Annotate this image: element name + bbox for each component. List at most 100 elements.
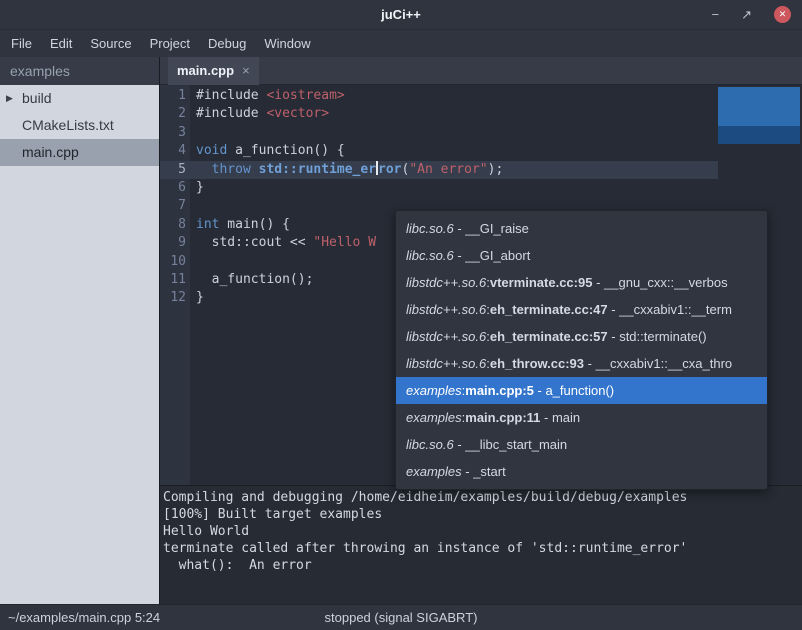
code-text: #include <iostream> — [190, 87, 345, 105]
frame-library: examples — [406, 410, 462, 425]
frame-function: __GI_abort — [465, 248, 530, 263]
sidebar-item-cmakelists-txt[interactable]: CMakeLists.txt — [0, 112, 159, 139]
menu-edit[interactable]: Edit — [41, 30, 81, 57]
frame-location: eh_throw.cc:93 — [490, 356, 584, 371]
stack-frame-item[interactable]: examples:main.cpp:5 - a_function() — [396, 377, 767, 404]
code-text — [190, 124, 196, 142]
frame-function: _start — [473, 464, 506, 479]
frame-library: libc.so.6 — [406, 248, 454, 263]
line-number: 11 — [160, 271, 190, 289]
status-file-position: ~/examples/main.cpp 5:24 — [8, 610, 160, 625]
stack-frame-item[interactable]: libstdc++.so.6:vterminate.cc:95 - __gnu_… — [396, 269, 767, 296]
line-number: 4 — [160, 142, 190, 160]
code-line-1[interactable]: 1#include <iostream> — [160, 87, 802, 105]
stack-frame-item[interactable]: libc.so.6 - __libc_start_main — [396, 431, 767, 458]
frame-function: std::terminate() — [619, 329, 706, 344]
code-text: #include <vector> — [190, 105, 329, 123]
stack-trace-popup: libc.so.6 - __GI_raiselibc.so.6 - __GI_a… — [395, 210, 768, 490]
minimize-button[interactable]: − — [712, 8, 720, 21]
code-line-6[interactable]: 6} — [160, 179, 802, 197]
frame-library: libstdc++.so.6 — [406, 275, 486, 290]
stack-frame-item[interactable]: libstdc++.so.6:eh_terminate.cc:47 - __cx… — [396, 296, 767, 323]
code-text — [190, 253, 196, 271]
code-line-5[interactable]: 5 throw std::runtime_error("An error"); — [160, 161, 718, 179]
tab-bar: main.cpp × — [160, 57, 802, 85]
stack-frame-item[interactable]: libstdc++.so.6:eh_throw.cc:93 - __cxxabi… — [396, 350, 767, 377]
menubar: FileEditSourceProjectDebugWindow — [0, 30, 802, 57]
maximize-button[interactable]: ↗ — [741, 8, 752, 21]
code-line-2[interactable]: 2#include <vector> — [160, 105, 802, 123]
stack-frame-item[interactable]: libc.so.6 - __GI_abort — [396, 242, 767, 269]
close-button[interactable]: ✕ — [774, 6, 791, 23]
code-text: throw std::runtime_error("An error"); — [190, 161, 503, 179]
line-number: 2 — [160, 105, 190, 123]
frame-library: libc.so.6 — [406, 437, 454, 452]
tab-close-icon[interactable]: × — [242, 63, 250, 78]
line-number: 8 — [160, 216, 190, 234]
project-header: examples — [0, 57, 159, 85]
line-number: 6 — [160, 179, 190, 197]
line-number: 5 — [160, 161, 190, 179]
sidebar: examples ▶ build CMakeLists.txt main.cpp — [0, 57, 160, 604]
frame-location: eh_terminate.cc:47 — [490, 302, 608, 317]
frame-location: main.cpp:11 — [465, 410, 540, 425]
window-title: juCi++ — [381, 7, 421, 22]
code-text: a_function(); — [190, 271, 313, 289]
menu-source[interactable]: Source — [81, 30, 140, 57]
line-number: 3 — [160, 124, 190, 142]
terminal-line: Compiling and debugging /home/eidheim/ex… — [163, 489, 802, 506]
file-tree: ▶ build CMakeLists.txt main.cpp — [0, 85, 159, 604]
code-text: std::cout << "Hello W — [190, 234, 376, 252]
editor-pane: main.cpp × 1#include <iostream>2#include… — [160, 57, 802, 604]
line-number: 1 — [160, 87, 190, 105]
menu-debug[interactable]: Debug — [199, 30, 255, 57]
stack-frame-item[interactable]: examples:main.cpp:11 - main — [396, 404, 767, 431]
stack-frame-item[interactable]: libstdc++.so.6:eh_terminate.cc:57 - std:… — [396, 323, 767, 350]
stack-frame-item[interactable]: libc.so.6 - __GI_raise — [396, 215, 767, 242]
menu-file[interactable]: File — [2, 30, 41, 57]
frame-library: examples — [406, 383, 462, 398]
frame-library: examples — [406, 464, 462, 479]
line-number: 9 — [160, 234, 190, 252]
file-label: CMakeLists.txt — [22, 117, 114, 133]
titlebar[interactable]: juCi++ − ↗ ✕ — [0, 0, 802, 30]
output-terminal[interactable]: Compiling and debugging /home/eidheim/ex… — [160, 485, 802, 604]
frame-function: __libc_start_main — [465, 437, 567, 452]
line-number: 12 — [160, 289, 190, 307]
status-debug-state: stopped (signal SIGABRT) — [325, 610, 478, 625]
code-text: void a_function() { — [190, 142, 345, 160]
code-text: } — [190, 179, 204, 197]
menu-project[interactable]: Project — [141, 30, 199, 57]
sidebar-item-build[interactable]: ▶ build — [0, 85, 159, 112]
frame-location: eh_terminate.cc:57 — [490, 329, 608, 344]
code-line-3[interactable]: 3 — [160, 124, 802, 142]
blue-overlay-panel — [718, 87, 800, 144]
sidebar-item-main-cpp[interactable]: main.cpp — [0, 139, 159, 166]
terminal-line: terminate called after throwing an insta… — [163, 540, 802, 557]
frame-function: a_function() — [545, 383, 614, 398]
app-window: juCi++ − ↗ ✕ FileEditSourceProjectDebugW… — [0, 0, 802, 630]
tab-main-cpp[interactable]: main.cpp × — [168, 57, 259, 85]
file-label: main.cpp — [22, 144, 79, 160]
close-icon: ✕ — [779, 10, 787, 19]
code-text: int main() { — [190, 216, 290, 234]
menu-window[interactable]: Window — [255, 30, 319, 57]
frame-function: main — [552, 410, 580, 425]
frame-function: __cxxabiv1::__term — [619, 302, 732, 317]
tab-label: main.cpp — [177, 63, 234, 78]
code-line-4[interactable]: 4void a_function() { — [160, 142, 802, 160]
frame-library: libstdc++.so.6 — [406, 329, 486, 344]
frame-function: __cxxabiv1::__cxa_thro — [596, 356, 733, 371]
terminal-line: what(): An error — [163, 557, 802, 574]
status-bar: ~/examples/main.cpp 5:24 stopped (signal… — [0, 604, 802, 630]
window-controls: − ↗ ✕ — [712, 0, 792, 29]
line-number: 10 — [160, 253, 190, 271]
chevron-right-icon[interactable]: ▶ — [6, 85, 13, 112]
frame-function: __gnu_cxx::__verbos — [604, 275, 728, 290]
code-text: } — [190, 289, 204, 307]
terminal-line: [100%] Built target examples — [163, 506, 802, 523]
file-label: build — [22, 90, 52, 106]
frame-library: libstdc++.so.6 — [406, 356, 486, 371]
stack-frame-item[interactable]: examples - _start — [396, 458, 767, 485]
frame-library: libstdc++.so.6 — [406, 302, 486, 317]
